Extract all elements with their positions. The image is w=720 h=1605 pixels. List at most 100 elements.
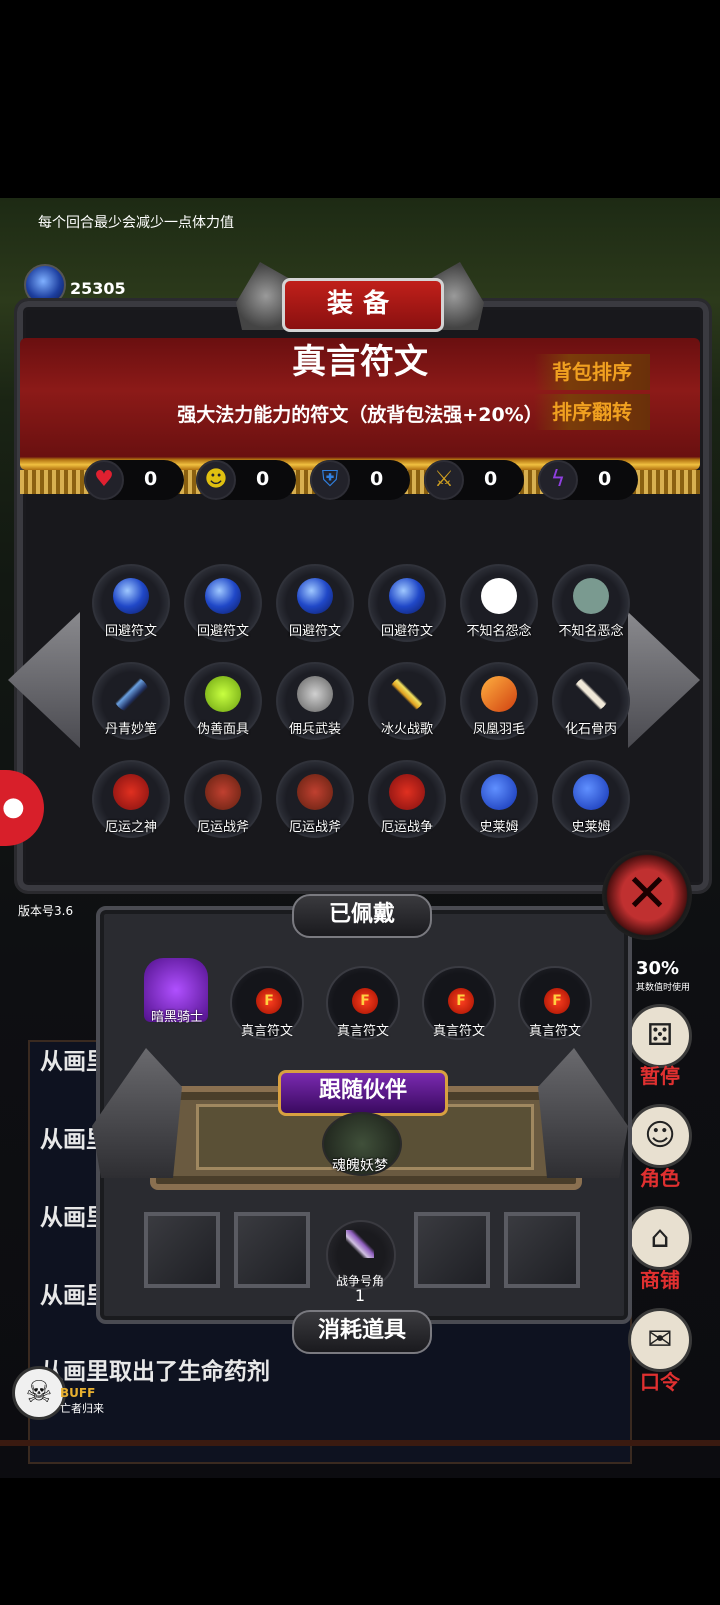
inventory-slot[interactable]: 伪善面具 bbox=[184, 662, 262, 740]
inventory-label: 回避符文 bbox=[196, 624, 249, 639]
inventory-slot[interactable]: 回避符文 bbox=[184, 564, 262, 642]
lightning-icon: ϟ bbox=[538, 460, 578, 500]
stat-health: ♥ 0 bbox=[84, 460, 184, 500]
rune-icon: F bbox=[352, 988, 378, 1014]
inventory-label: 厄运战斧 bbox=[288, 820, 341, 835]
inventory-slot[interactable]: 厄运之神 bbox=[92, 760, 170, 838]
inventory-slot[interactable]: 厄运战争 bbox=[368, 760, 446, 838]
shop-icon[interactable]: ⌂ bbox=[628, 1206, 692, 1270]
consumable-slot[interactable] bbox=[504, 1212, 580, 1288]
equipped-title: 已佩戴 bbox=[292, 894, 432, 938]
character-icon[interactable]: ☺ bbox=[628, 1104, 692, 1168]
slime-icon bbox=[481, 774, 517, 810]
inventory-slot[interactable]: 回避符文 bbox=[368, 564, 446, 642]
equipped-slot[interactable]: F 真言符文 bbox=[326, 966, 400, 1040]
stat-magic: ϟ 0 bbox=[538, 460, 638, 500]
orb-icon bbox=[297, 578, 333, 614]
consumable-slot[interactable] bbox=[414, 1212, 490, 1288]
heart-icon: ♥ bbox=[84, 460, 124, 500]
inventory-slot[interactable]: 丹青妙笔 bbox=[92, 662, 170, 740]
ghost2-icon bbox=[573, 578, 609, 614]
log-line: 从画里取出了生命药剂 bbox=[40, 1359, 270, 1385]
equipped-label: 真言符文 bbox=[240, 1024, 293, 1039]
equipped-label: 暗黑骑士 bbox=[150, 1010, 203, 1025]
inventory-label: 厄运战斧 bbox=[196, 820, 249, 835]
orb-icon bbox=[389, 578, 425, 614]
close-button[interactable]: ✕ bbox=[602, 850, 692, 940]
inventory-label: 史莱姆 bbox=[571, 820, 611, 835]
knight-icon bbox=[389, 774, 425, 810]
stat-value: 0 bbox=[144, 468, 158, 490]
inventory-slot[interactable]: 回避符文 bbox=[276, 564, 354, 642]
percent-value: 30% bbox=[636, 958, 680, 979]
dice-icon[interactable]: ⚄ bbox=[628, 1004, 692, 1068]
inventory-slot[interactable]: 史莱姆 bbox=[552, 760, 630, 838]
stat-value: 0 bbox=[484, 468, 498, 490]
inventory-label: 凤凰羽毛 bbox=[472, 722, 525, 737]
equipped-slot[interactable]: F 真言符文 bbox=[518, 966, 592, 1040]
password-button-label[interactable]: 口令 bbox=[622, 1366, 698, 1395]
inventory-label: 佣兵武装 bbox=[288, 722, 341, 737]
role-button-label[interactable]: 角色 bbox=[622, 1162, 698, 1191]
consumable-slot[interactable] bbox=[234, 1212, 310, 1288]
equipped-slot[interactable]: F 真言符文 bbox=[422, 966, 496, 1040]
skull-icon[interactable]: ☠ bbox=[12, 1366, 66, 1420]
item-description: 强大法力能力的符文（放背包法强+20%） bbox=[177, 404, 543, 426]
shop-button-label[interactable]: 商铺 bbox=[622, 1264, 698, 1293]
slime-icon bbox=[573, 774, 609, 810]
consumable-count: 1 bbox=[354, 1286, 366, 1305]
stat-attack: ⚔ 0 bbox=[424, 460, 524, 500]
sort-flip-button[interactable]: 排序翻转 bbox=[534, 394, 650, 430]
inventory-label: 史莱姆 bbox=[479, 820, 519, 835]
consumable-slot[interactable] bbox=[144, 1212, 220, 1288]
orb-icon bbox=[205, 578, 241, 614]
armor-icon: ⛨ bbox=[310, 460, 350, 500]
sort-bag-button[interactable]: 背包排序 bbox=[534, 354, 650, 390]
inventory-label: 厄运战争 bbox=[380, 820, 433, 835]
inventory-slot[interactable]: 回避符文 bbox=[92, 564, 170, 642]
inventory-slot[interactable]: 凤凰羽毛 bbox=[460, 662, 538, 740]
stat-value: 0 bbox=[598, 468, 612, 490]
user-icon: ● bbox=[2, 792, 25, 822]
rune-icon: F bbox=[544, 988, 570, 1014]
panel-title: 装备 bbox=[282, 278, 444, 332]
bottom-bar bbox=[0, 1440, 720, 1446]
brush-icon bbox=[113, 676, 149, 712]
scroll-icon[interactable]: ✉ bbox=[628, 1308, 692, 1372]
inventory-label: 回避符文 bbox=[380, 624, 433, 639]
inventory-label: 不知名怨念 bbox=[466, 624, 532, 639]
inventory-slot[interactable]: 不知名怨念 bbox=[460, 564, 538, 642]
inventory-label: 化石骨丙 bbox=[564, 722, 617, 737]
stat-strength: ☻ 0 bbox=[196, 460, 296, 500]
inventory-label: 冰火战歌 bbox=[380, 722, 433, 737]
version-label: 版本号3.6 bbox=[18, 904, 74, 918]
inventory-slot[interactable]: 史莱姆 bbox=[460, 760, 538, 838]
bone-icon bbox=[573, 676, 609, 712]
inventory-label: 回避符文 bbox=[288, 624, 341, 639]
inventory-label: 厄运之神 bbox=[104, 820, 157, 835]
pause-button-label[interactable]: 暂停 bbox=[622, 1060, 698, 1089]
strength-icon: ☻ bbox=[196, 460, 236, 500]
inventory-label: 回避符文 bbox=[104, 624, 157, 639]
inventory-slot[interactable]: 不知名恶念 bbox=[552, 564, 630, 642]
equipped-slot[interactable]: F 真言符文 bbox=[230, 966, 304, 1040]
companion-title: 跟随伙伴 bbox=[278, 1070, 448, 1116]
equipped-label: 真言符文 bbox=[432, 1024, 485, 1039]
inventory-slot[interactable]: 化石骨丙 bbox=[552, 662, 630, 740]
inventory-label: 伪善面具 bbox=[196, 722, 249, 737]
stat-armor: ⛨ 0 bbox=[310, 460, 410, 500]
inventory-slot[interactable]: 厄运战斧 bbox=[184, 760, 262, 838]
stat-value: 0 bbox=[256, 468, 270, 490]
helm-icon bbox=[297, 676, 333, 712]
companion-name: 魂魄妖梦 bbox=[332, 1158, 388, 1174]
inventory-slot[interactable]: 厄运战斧 bbox=[276, 760, 354, 838]
inventory-label: 丹青妙笔 bbox=[104, 722, 157, 737]
axe-icon bbox=[297, 774, 333, 810]
equipped-label: 真言符文 bbox=[336, 1024, 389, 1039]
mask-icon bbox=[205, 676, 241, 712]
orb-icon bbox=[113, 578, 149, 614]
inventory-slot[interactable]: 佣兵武装 bbox=[276, 662, 354, 740]
buff-name: 亡者归来 bbox=[60, 1402, 104, 1415]
inventory-slot[interactable]: 冰火战歌 bbox=[368, 662, 446, 740]
rune-icon: F bbox=[448, 988, 474, 1014]
